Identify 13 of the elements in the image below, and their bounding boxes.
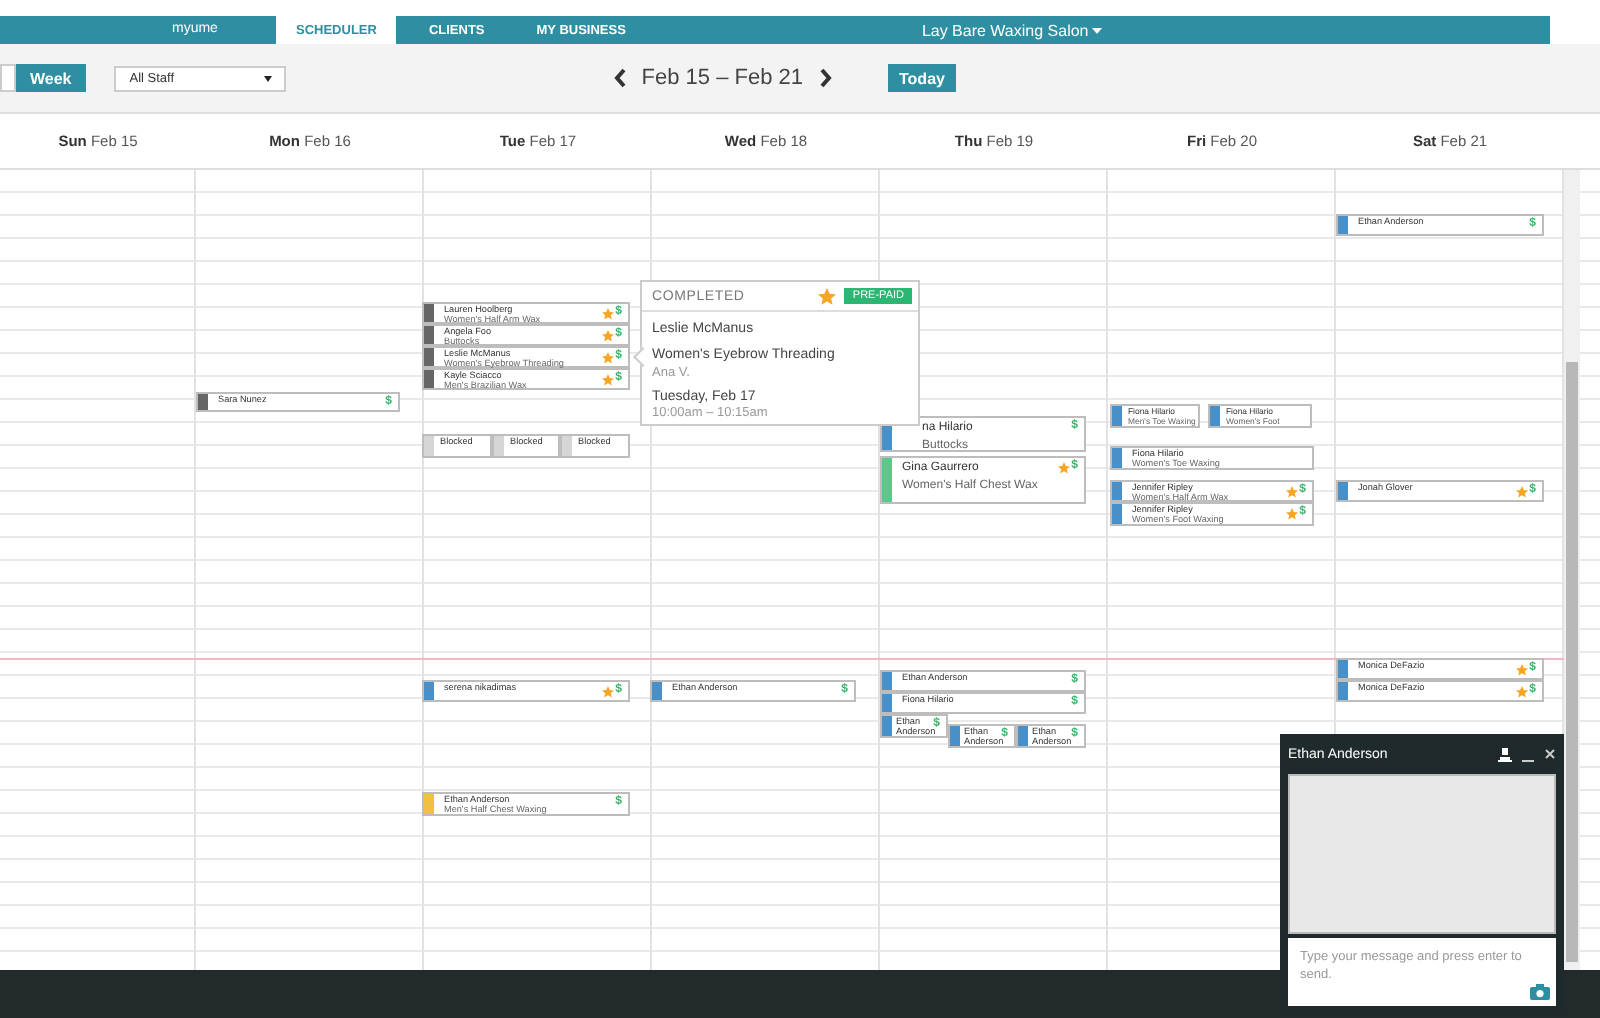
caret-icon bbox=[1092, 27, 1103, 33]
scrollbar-thumb[interactable] bbox=[1566, 362, 1578, 962]
close-icon[interactable] bbox=[1544, 748, 1556, 760]
today-button[interactable]: Today bbox=[887, 64, 957, 92]
previous-icon[interactable] bbox=[613, 68, 626, 88]
person-icon[interactable] bbox=[1498, 747, 1512, 761]
next-icon[interactable] bbox=[819, 68, 831, 88]
salon-menu[interactable]: Lay Bare Waxing Salon bbox=[921, 16, 1103, 44]
scrollbar[interactable] bbox=[1564, 170, 1580, 970]
caret-icon bbox=[263, 75, 272, 81]
camera-icon[interactable] bbox=[1530, 984, 1550, 1000]
week-button[interactable]: Week bbox=[16, 64, 86, 92]
date-range: Feb 15 – Feb 21 bbox=[641, 66, 803, 90]
